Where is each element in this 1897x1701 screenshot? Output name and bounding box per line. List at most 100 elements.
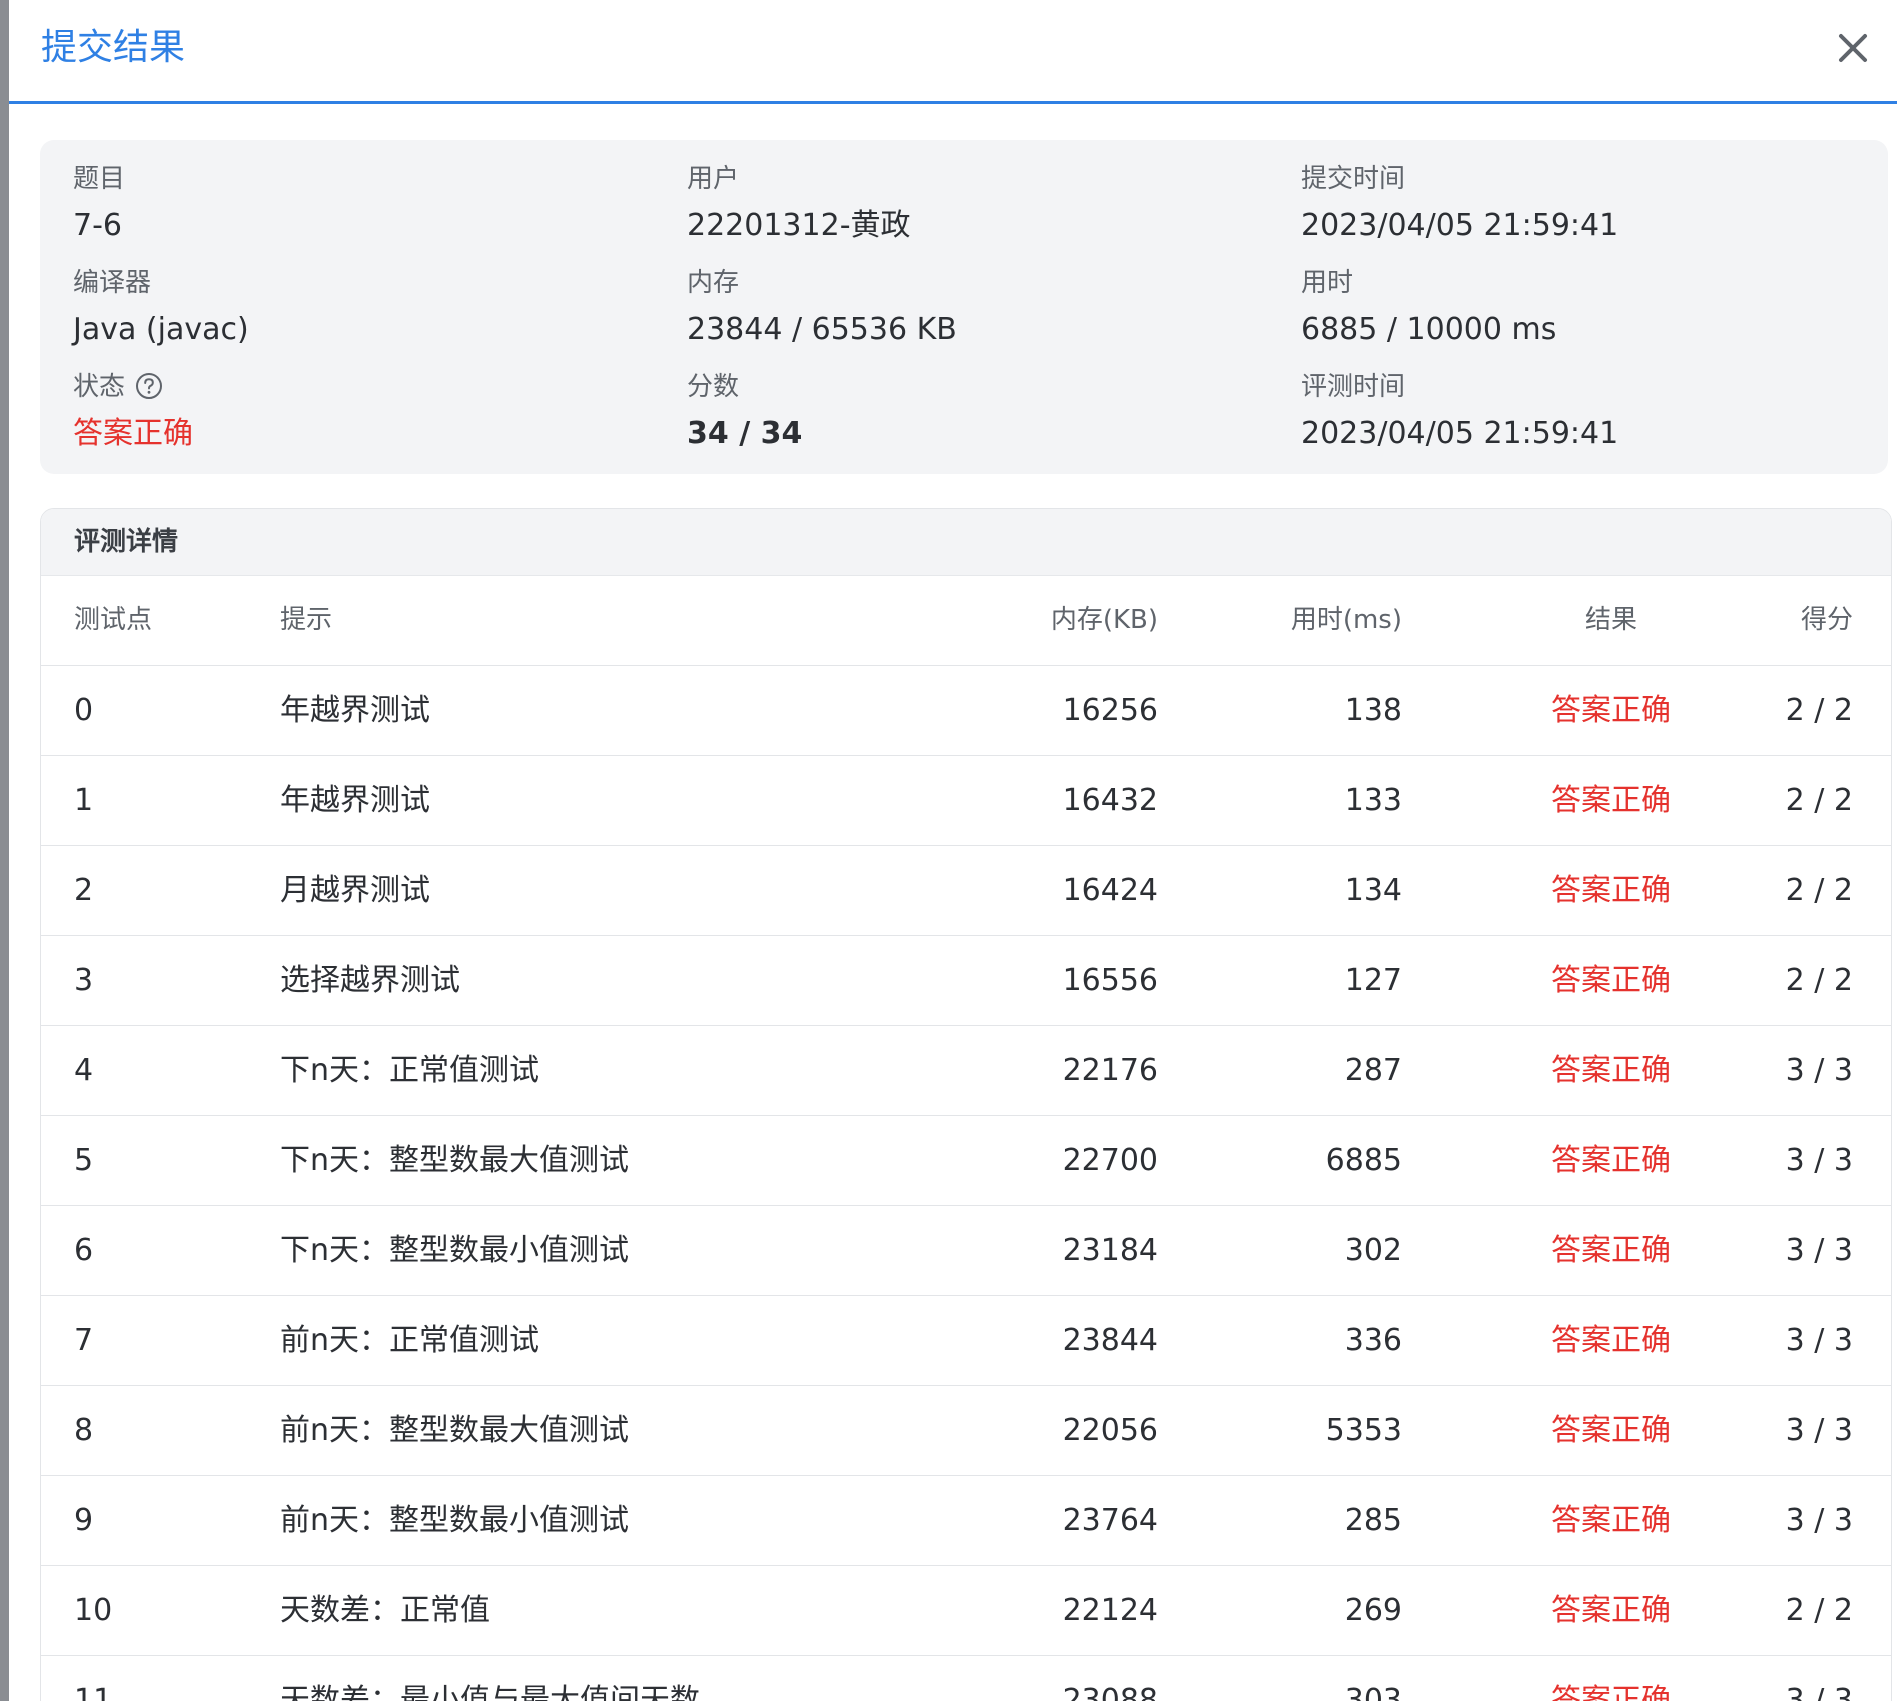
- test-point-hint: 下n天：整型数最大值测试: [280, 1143, 630, 1178]
- test-point-result: 答案正确: [1551, 1053, 1671, 1088]
- memory-label: 内存: [687, 268, 740, 298]
- test-point-result: 答案正确: [1551, 1323, 1671, 1358]
- test-point-id: 2: [74, 873, 94, 908]
- test-point-memory: 23184: [1062, 1233, 1158, 1268]
- test-point-score: 3 / 3: [1785, 1233, 1853, 1268]
- test-point-memory: 16556: [1062, 963, 1158, 998]
- test-point-hint: 天数差：最小值与最大值间天数: [280, 1683, 700, 1701]
- test-point-time: 5353: [1325, 1413, 1402, 1448]
- test-point-time: 138: [1344, 693, 1402, 728]
- summary-problem: 题目 7-6: [73, 162, 125, 246]
- test-point-score: 3 / 3: [1785, 1413, 1853, 1448]
- status-label-row: 状态: [73, 370, 193, 404]
- summary-user: 用户 22201312-黄政: [687, 162, 911, 246]
- score-value: 34 / 34: [687, 416, 803, 451]
- test-point-id: 7: [74, 1323, 94, 1358]
- summary-judge-time: 评测时间 2023/04/05 21:59:41: [1301, 370, 1618, 454]
- time-used-value: 6885 / 10000 ms: [1301, 312, 1557, 347]
- test-point-memory: 22176: [1062, 1053, 1158, 1088]
- test-point-result: 答案正确: [1551, 1413, 1671, 1448]
- test-point-score: 3 / 3: [1785, 1053, 1853, 1088]
- judge-time-label: 评测时间: [1301, 372, 1406, 402]
- table-row: 10 天数差：正常值 22124 269 答案正确 2 / 2: [41, 1566, 1891, 1656]
- table-row: 11 天数差：最小值与最大值间天数 23088 303 答案正确 3 / 3: [41, 1656, 1891, 1701]
- table-row: 9 前n天：整型数最小值测试 23764 285 答案正确 3 / 3: [41, 1476, 1891, 1566]
- test-point-memory: 16424: [1062, 873, 1158, 908]
- table-row: 6 下n天：整型数最小值测试 23184 302 答案正确 3 / 3: [41, 1206, 1891, 1296]
- test-point-time: 302: [1344, 1233, 1402, 1268]
- test-point-time: 336: [1344, 1323, 1402, 1358]
- test-point-id: 3: [74, 963, 94, 998]
- problem-value: 7-6: [73, 208, 122, 243]
- test-point-score: 2 / 2: [1785, 1593, 1853, 1628]
- test-point-hint: 年越界测试: [280, 693, 430, 728]
- test-point-time: 287: [1344, 1053, 1402, 1088]
- column-header-hint: 提示: [280, 605, 333, 635]
- table-row: 1 年越界测试 16432 133 答案正确 2 / 2: [41, 756, 1891, 846]
- test-point-id: 4: [74, 1053, 94, 1088]
- submit-time-value: 2023/04/05 21:59:41: [1301, 208, 1619, 243]
- test-point-memory: 22700: [1062, 1143, 1158, 1178]
- test-point-hint: 前n天：整型数最小值测试: [280, 1503, 630, 1538]
- test-point-time: 285: [1344, 1503, 1402, 1538]
- test-point-memory: 23088: [1062, 1683, 1158, 1701]
- problem-label: 题目: [73, 164, 126, 194]
- test-point-hint: 选择越界测试: [280, 963, 460, 998]
- time-used-label: 用时: [1301, 268, 1354, 298]
- test-point-score: 2 / 2: [1785, 783, 1853, 818]
- test-point-hint: 天数差：正常值: [280, 1593, 490, 1628]
- test-point-memory: 16432: [1062, 783, 1158, 818]
- status-label: 状态: [73, 372, 126, 402]
- test-point-id: 10: [74, 1593, 113, 1628]
- judge-details-panel: 评测详情 测试点 提示 内存(KB) 用时(ms) 结果 得分 0 年越界测试 …: [40, 508, 1892, 1701]
- close-icon: [1839, 34, 1867, 62]
- background-page-edge: [0, 0, 9, 1701]
- test-point-score: 3 / 3: [1785, 1683, 1853, 1701]
- user-value: 22201312-黄政: [687, 208, 911, 243]
- column-header-result: 结果: [1584, 605, 1637, 635]
- test-point-time: 127: [1344, 963, 1402, 998]
- test-point-score: 2 / 2: [1785, 693, 1853, 728]
- summary-submit-time: 提交时间 2023/04/05 21:59:41: [1301, 162, 1618, 246]
- test-point-score: 2 / 2: [1785, 873, 1853, 908]
- test-point-result: 答案正确: [1551, 873, 1671, 908]
- test-point-score: 3 / 3: [1785, 1323, 1853, 1358]
- table-row: 7 前n天：正常值测试 23844 336 答案正确 3 / 3: [41, 1296, 1891, 1386]
- test-point-result: 答案正确: [1551, 1503, 1671, 1538]
- test-point-result: 答案正确: [1551, 1233, 1671, 1268]
- summary-status: 状态 答案正确: [73, 370, 193, 454]
- test-point-result: 答案正确: [1551, 963, 1671, 998]
- test-point-result: 答案正确: [1551, 783, 1671, 818]
- test-point-id: 5: [74, 1143, 94, 1178]
- test-point-id: 1: [74, 783, 94, 818]
- test-point-score: 3 / 3: [1785, 1503, 1853, 1538]
- test-point-time: 269: [1344, 1593, 1402, 1628]
- test-point-result: 答案正确: [1551, 1143, 1671, 1178]
- test-point-id: 9: [74, 1503, 94, 1538]
- help-circle-icon[interactable]: [135, 372, 163, 400]
- column-header-memory: 内存(KB): [1050, 605, 1158, 635]
- test-point-memory: 22056: [1062, 1413, 1158, 1448]
- dialog-title: 提交结果: [41, 27, 186, 68]
- test-point-memory: 22124: [1062, 1593, 1158, 1628]
- submission-result-dialog: 提交结果 题目 7-6 用户 22201312-黄政 提交时间 2023/04/…: [9, 0, 1897, 1701]
- test-point-id: 11: [74, 1683, 113, 1701]
- test-point-time: 133: [1344, 783, 1402, 818]
- summary-compiler: 编译器 Java (javac): [73, 266, 249, 350]
- table-row: 8 前n天：整型数最大值测试 22056 5353 答案正确 3 / 3: [41, 1386, 1891, 1476]
- test-point-time: 303: [1344, 1683, 1402, 1701]
- test-point-hint: 年越界测试: [280, 783, 430, 818]
- user-label: 用户: [687, 164, 740, 194]
- dialog-header: 提交结果: [9, 0, 1897, 104]
- close-button[interactable]: [1829, 24, 1877, 72]
- test-point-id: 8: [74, 1413, 94, 1448]
- table-row: 5 下n天：整型数最大值测试 22700 6885 答案正确 3 / 3: [41, 1116, 1891, 1206]
- test-point-hint: 月越界测试: [280, 873, 430, 908]
- compiler-label: 编译器: [73, 268, 152, 298]
- column-header-score: 得分: [1800, 605, 1853, 635]
- test-point-hint: 下n天：正常值测试: [280, 1053, 540, 1088]
- test-point-time: 6885: [1325, 1143, 1402, 1178]
- judge-time-value: 2023/04/05 21:59:41: [1301, 416, 1619, 451]
- table-header: 测试点 提示 内存(KB) 用时(ms) 结果 得分: [41, 576, 1891, 666]
- test-point-result: 答案正确: [1551, 1593, 1671, 1628]
